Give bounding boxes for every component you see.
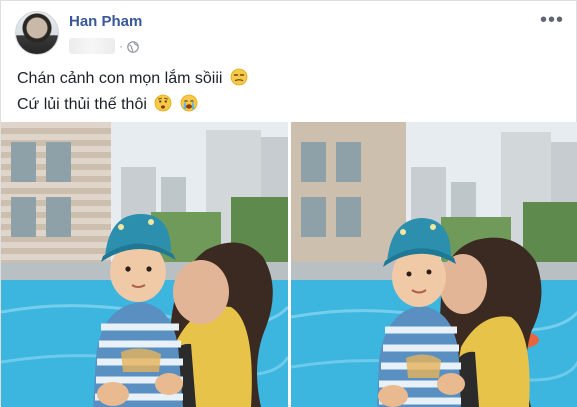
avatar[interactable] [15, 11, 59, 55]
more-options-button[interactable]: ••• [540, 10, 564, 30]
post-text-line-2: Cứ lủi thủi thế thôi [17, 93, 248, 119]
separator-dot: · [119, 39, 123, 53]
globe-icon[interactable] [127, 40, 139, 53]
post-subline: · [69, 37, 142, 55]
worried-face-icon [154, 94, 172, 119]
photo-1[interactable] [1, 122, 288, 407]
unamused-face-icon [230, 68, 248, 93]
post-header: Han Pham · [15, 11, 142, 55]
facebook-post: Han Pham · ••• Chán cảnh con mọn lắm sồi… [0, 0, 577, 407]
photo-2[interactable] [291, 122, 577, 407]
post-text: Chán cảnh con mọn lắm sồiii Cứ lủi thủi … [17, 67, 248, 119]
photo-grid [1, 122, 577, 407]
post-meta: Han Pham · [69, 11, 142, 55]
author-name[interactable]: Han Pham [69, 13, 142, 31]
post-text-line-1: Chán cảnh con mọn lắm sồiii [17, 67, 248, 93]
timestamp[interactable] [69, 38, 115, 54]
crying-face-icon [180, 94, 198, 119]
